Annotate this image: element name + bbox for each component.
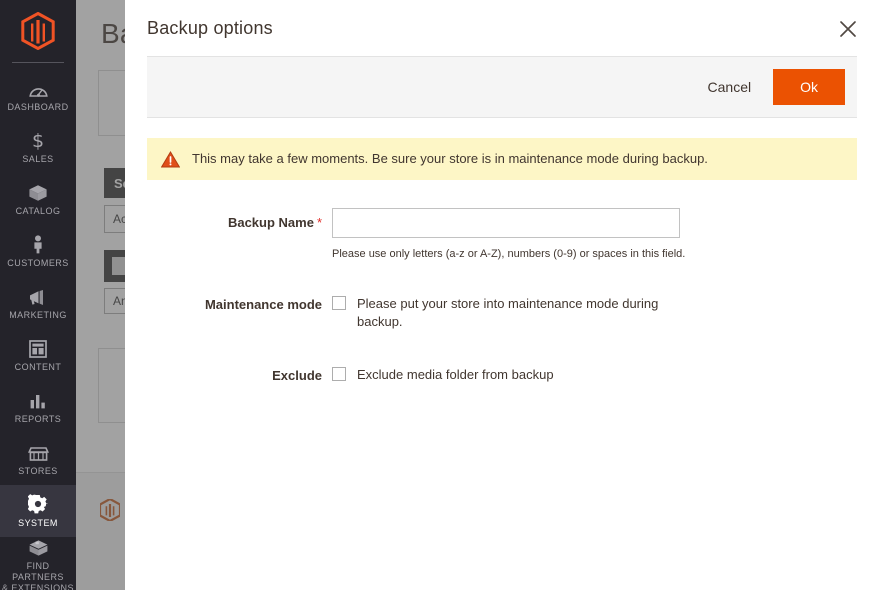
svg-text:$: $ [32, 130, 44, 150]
dollar-icon: $ [30, 131, 46, 150]
sidebar-item-sales[interactable]: $ SALES [0, 121, 76, 173]
maintenance-mode-control: Please put your store into maintenance m… [332, 290, 857, 331]
sidebar-item-system[interactable]: SYSTEM [0, 485, 76, 537]
sidebar-item-label: SALES [22, 154, 53, 165]
bar-chart-icon [29, 391, 47, 410]
storefront-icon [28, 443, 49, 462]
sidebar-item-label: CONTENT [15, 362, 62, 373]
backup-name-label: Backup Name* [147, 208, 332, 262]
backup-name-input[interactable] [332, 208, 680, 238]
sidebar-item-customers[interactable]: CUSTOMERS [0, 225, 76, 277]
dashboard-icon [29, 79, 48, 98]
maintenance-mode-checkbox-label[interactable]: Please put your store into maintenance m… [357, 295, 672, 331]
sidebar-divider [12, 62, 64, 63]
field-maintenance-mode: Maintenance mode Please put your store i… [147, 290, 857, 331]
exclude-label: Exclude [147, 361, 332, 384]
modal-title: Backup options [147, 18, 273, 39]
backup-name-label-text: Backup Name [228, 215, 314, 230]
field-exclude: Exclude Exclude media folder from backup [147, 361, 857, 384]
backup-name-control: Please use only letters (a-z or A-Z), nu… [332, 208, 857, 262]
sidebar-item-stores[interactable]: STORES [0, 433, 76, 485]
box-icon [28, 183, 48, 202]
exclude-control: Exclude media folder from backup [332, 361, 857, 384]
extensions-icon [28, 539, 49, 557]
layout-icon [29, 339, 47, 358]
modal-header: Backup options [125, 0, 879, 56]
sidebar-item-marketing[interactable]: MARKETING [0, 277, 76, 329]
required-marker: * [317, 215, 322, 230]
sidebar-item-label: CUSTOMERS [7, 258, 68, 269]
ok-button[interactable]: Ok [773, 69, 845, 105]
gear-icon [28, 495, 48, 514]
field-backup-name: Backup Name* Please use only letters (a-… [147, 208, 857, 262]
sidebar-item-reports[interactable]: REPORTS [0, 381, 76, 433]
backup-options-form: Backup Name* Please use only letters (a-… [125, 180, 879, 384]
warning-triangle-icon [161, 151, 180, 168]
sidebar-item-label: FIND PARTNERS & EXTENSIONS [2, 561, 74, 590]
close-icon[interactable] [831, 12, 865, 46]
exclude-checkbox-label[interactable]: Exclude media folder from backup [357, 366, 554, 384]
notice-text: This may take a few moments. Be sure you… [192, 150, 708, 168]
sidebar-item-label: SYSTEM [18, 518, 58, 529]
sidebar-item-label: MARKETING [9, 310, 67, 321]
modal-action-bar: Cancel Ok [147, 56, 857, 118]
megaphone-icon [28, 287, 49, 306]
exclude-checkbox[interactable] [332, 367, 346, 381]
modal-body: This may take a few moments. Be sure you… [125, 118, 879, 590]
sidebar-item-label: CATALOG [16, 206, 61, 217]
sidebar-item-label: DASHBOARD [7, 102, 68, 113]
exclude-check-wrap: Exclude media folder from backup [332, 361, 857, 384]
maintenance-warning-notice: This may take a few moments. Be sure you… [147, 138, 857, 180]
maintenance-mode-check-wrap: Please put your store into maintenance m… [332, 290, 857, 331]
sidebar-item-label: REPORTS [15, 414, 62, 425]
magento-logo-icon[interactable] [0, 0, 76, 62]
admin-backup-page: Ba Se Act An [0, 0, 879, 590]
sidebar-item-content[interactable]: CONTENT [0, 329, 76, 381]
admin-sidebar: DASHBOARD $ SALES CATALOG [0, 0, 76, 590]
sidebar-item-catalog[interactable]: CATALOG [0, 173, 76, 225]
cancel-button[interactable]: Cancel [690, 71, 770, 103]
sidebar-item-find-partners-extensions[interactable]: FIND PARTNERS & EXTENSIONS [0, 537, 76, 590]
sidebar-item-label: STORES [18, 466, 58, 477]
sidebar-item-dashboard[interactable]: DASHBOARD [0, 69, 76, 121]
backup-name-note: Please use only letters (a-z or A-Z), nu… [332, 247, 857, 262]
maintenance-mode-checkbox[interactable] [332, 296, 346, 310]
maintenance-mode-label: Maintenance mode [147, 290, 332, 331]
backup-options-modal: Backup options Cancel Ok Thi [125, 0, 879, 590]
person-icon [31, 235, 45, 254]
